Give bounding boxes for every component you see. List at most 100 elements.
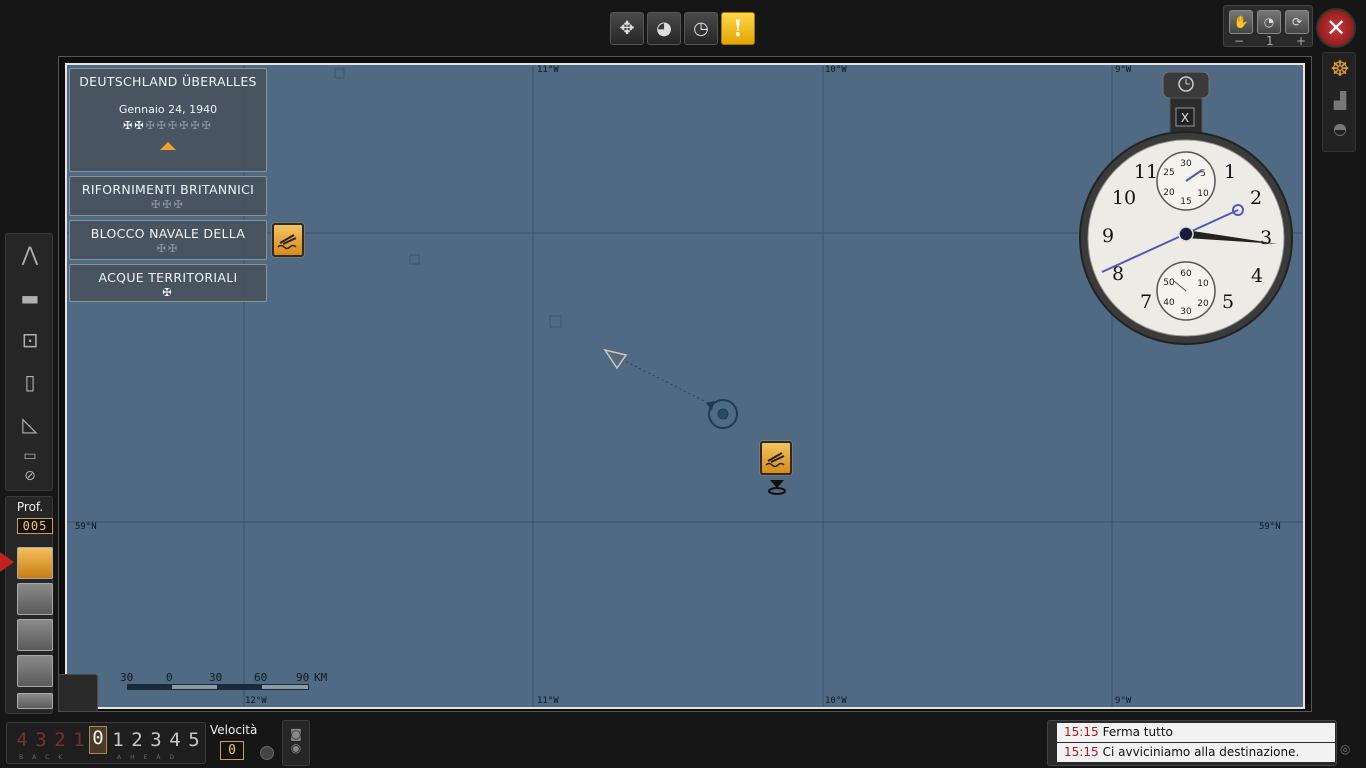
telegraph-stop[interactable]: 0 <box>89 726 107 754</box>
message-row: 15:15 Ferma tutto <box>1057 723 1335 742</box>
depth-label: Prof. <box>16 500 44 514</box>
protractor-icon[interactable]: ⊡ <box>12 328 48 358</box>
compass-divider-icon[interactable]: ⋀ <box>12 242 48 272</box>
time-compression-value: 1 <box>1266 34 1274 48</box>
iron-cross-icon: ✠ <box>134 119 146 132</box>
scale-label: 0 <box>166 671 173 684</box>
svg-text:20: 20 <box>1197 299 1209 309</box>
telegraph-ahead-1[interactable]: 1 <box>109 729 127 751</box>
time-increase-button[interactable]: + <box>1296 34 1306 48</box>
crew-icon[interactable]: ▟ <box>1328 91 1352 113</box>
depth-extra-button[interactable] <box>17 693 53 709</box>
iron-cross-icon: ✠ <box>151 198 163 211</box>
mission-panel-acque[interactable]: ACQUE TERRITORIALI ✠ <box>69 264 267 302</box>
longitude-label: 10°W <box>825 65 847 75</box>
globe-view-button[interactable]: ◕ <box>647 12 681 45</box>
telegraph-back-4[interactable]: 4 <box>13 729 31 751</box>
message-time: 15:15 <box>1064 725 1099 739</box>
telegraph-back-3[interactable]: 3 <box>32 729 50 751</box>
svg-text:10: 10 <box>1112 187 1136 209</box>
time-compression-panel: ✋ ◔ ⟳ − 1 + <box>1223 5 1313 48</box>
iron-cross-icon: ✠ <box>162 198 174 211</box>
periscope-depth-button[interactable] <box>17 619 53 651</box>
svg-text:25: 25 <box>1163 168 1174 178</box>
telegraph-back-label: BACK <box>19 754 72 761</box>
mission-panel-blocco[interactable]: BLOCCO NAVALE DELLA ✠✠ <box>69 220 267 260</box>
telegraph-ahead-4[interactable]: 4 <box>166 729 184 751</box>
longitude-label: 12°W <box>245 696 267 706</box>
telegraph-back-2[interactable]: 2 <box>51 729 69 751</box>
message-log: 15:15 Ferma tutto 15:15 Ci avviciniamo all… <box>1047 720 1337 766</box>
surface-button[interactable] <box>17 547 53 579</box>
map-tools-panel: ⋀ ▬ ⊡ ▯ ◺ ▭ ⊘ <box>5 233 53 491</box>
mission-crosses: ✠ <box>70 286 266 299</box>
svg-text:30: 30 <box>1180 307 1192 317</box>
svg-text:60: 60 <box>1180 269 1192 279</box>
telegraph-ahead-3[interactable]: 3 <box>147 729 165 751</box>
map-objective-marker-icon[interactable] <box>760 441 792 475</box>
mission-objective-icon[interactable] <box>272 223 304 257</box>
iron-cross-icon: ✠ <box>162 286 174 299</box>
iron-cross-icon: ✠ <box>156 242 168 255</box>
svg-text:9: 9 <box>1102 225 1114 247</box>
svg-text:7: 7 <box>1140 291 1152 313</box>
alert-icon: ! <box>733 15 743 42</box>
ship-wheel-icon[interactable]: ☸ <box>1328 57 1352 82</box>
captain-hat-icon[interactable]: ◓ <box>1328 119 1352 141</box>
longitude-label: 11°W <box>537 65 559 75</box>
mission-panel-rifornimenti[interactable]: RIFORNIMENTI BRITANNICI ✠✠✠ <box>69 176 267 216</box>
depth-selector-arrow-icon <box>0 552 14 572</box>
telegraph-ahead-2[interactable]: 2 <box>128 729 146 751</box>
set-square-icon[interactable]: ◺ <box>12 412 48 442</box>
telegraph-back-1[interactable]: 1 <box>70 729 88 751</box>
scale-bar <box>127 684 309 690</box>
camera-icon[interactable]: ◙ <box>283 727 309 741</box>
telegraph-side-buttons[interactable]: ◙ ◉ <box>282 720 310 766</box>
message-log-toggle-icon[interactable]: ◎ <box>1340 742 1356 760</box>
svg-text:10: 10 <box>1197 189 1209 199</box>
eraser-icon[interactable]: ▯ <box>12 370 48 400</box>
svg-text:2: 2 <box>1250 187 1262 209</box>
depth-value: 005 <box>17 518 53 534</box>
globe-icon: ◕ <box>656 18 672 39</box>
mission-crosses: ✠✠✠✠✠✠✠✠ <box>70 119 266 132</box>
map-marker-square <box>549 315 562 328</box>
iron-cross-icon: ✠ <box>145 119 157 132</box>
map-tools-toggle-button[interactable] <box>58 674 98 712</box>
mission-title: RIFORNIMENTI BRITANNICI <box>81 182 255 197</box>
crash-dive-button[interactable] <box>17 655 53 687</box>
map-marker-square <box>409 254 420 265</box>
fast-forward-icon[interactable]: ⟳ <box>1285 10 1309 34</box>
snorkel-depth-button[interactable] <box>17 583 53 615</box>
telegraph-ahead-5[interactable]: 5 <box>185 729 203 751</box>
mission-crosses: ✠✠ <box>70 242 266 255</box>
iron-cross-icon: ✠ <box>123 119 135 132</box>
depth-panel: Prof. 005 <box>5 496 53 714</box>
scale-unit: KM <box>314 671 328 684</box>
hide-tools-icon[interactable]: ⊘ <box>12 468 48 498</box>
iron-cross-icon: ✠ <box>156 119 168 132</box>
mission-title: DEUTSCHLAND ÜBERALLES <box>79 74 257 89</box>
mission-panel-deutschland[interactable]: DEUTSCHLAND ÜBERALLES Gennaio 24, 1940 ✠… <box>69 68 267 172</box>
svg-text:1: 1 <box>1224 161 1236 183</box>
hand-icon[interactable]: ✋ <box>1229 10 1253 34</box>
time-compression-icon[interactable]: ◔ <box>1257 10 1281 34</box>
iron-cross-icon: ✠ <box>168 242 180 255</box>
iron-cross-icon: ✠ <box>179 119 191 132</box>
sound-icon[interactable]: ◉ <box>283 741 309 755</box>
longitude-label: 11°W <box>537 696 559 706</box>
ruler-icon[interactable]: ▬ <box>12 286 48 316</box>
collapse-arrow-icon[interactable] <box>160 142 176 150</box>
time-decrease-button[interactable]: − <box>1234 34 1244 48</box>
move-arrows-icon: ✥ <box>619 18 635 39</box>
move-view-button[interactable]: ✥ <box>610 12 644 45</box>
speed-knob[interactable] <box>260 746 274 760</box>
stopwatch[interactable]: X 1 2 3 4 5 7 8 9 10 11 30 5 10 15 20 25… <box>1078 71 1294 347</box>
close-button[interactable]: ✕ <box>1316 8 1356 48</box>
waypoint-marker-icon <box>603 348 628 370</box>
engine-telegraph[interactable]: 4 3 2 1 0 1 2 3 4 5 BACK AHEAD <box>6 722 206 764</box>
speed-label: Velocità <box>210 723 258 737</box>
message-time: 15:15 <box>1064 745 1099 759</box>
clock-button[interactable]: ◷ <box>684 12 718 45</box>
alert-button[interactable]: ! <box>721 12 755 45</box>
